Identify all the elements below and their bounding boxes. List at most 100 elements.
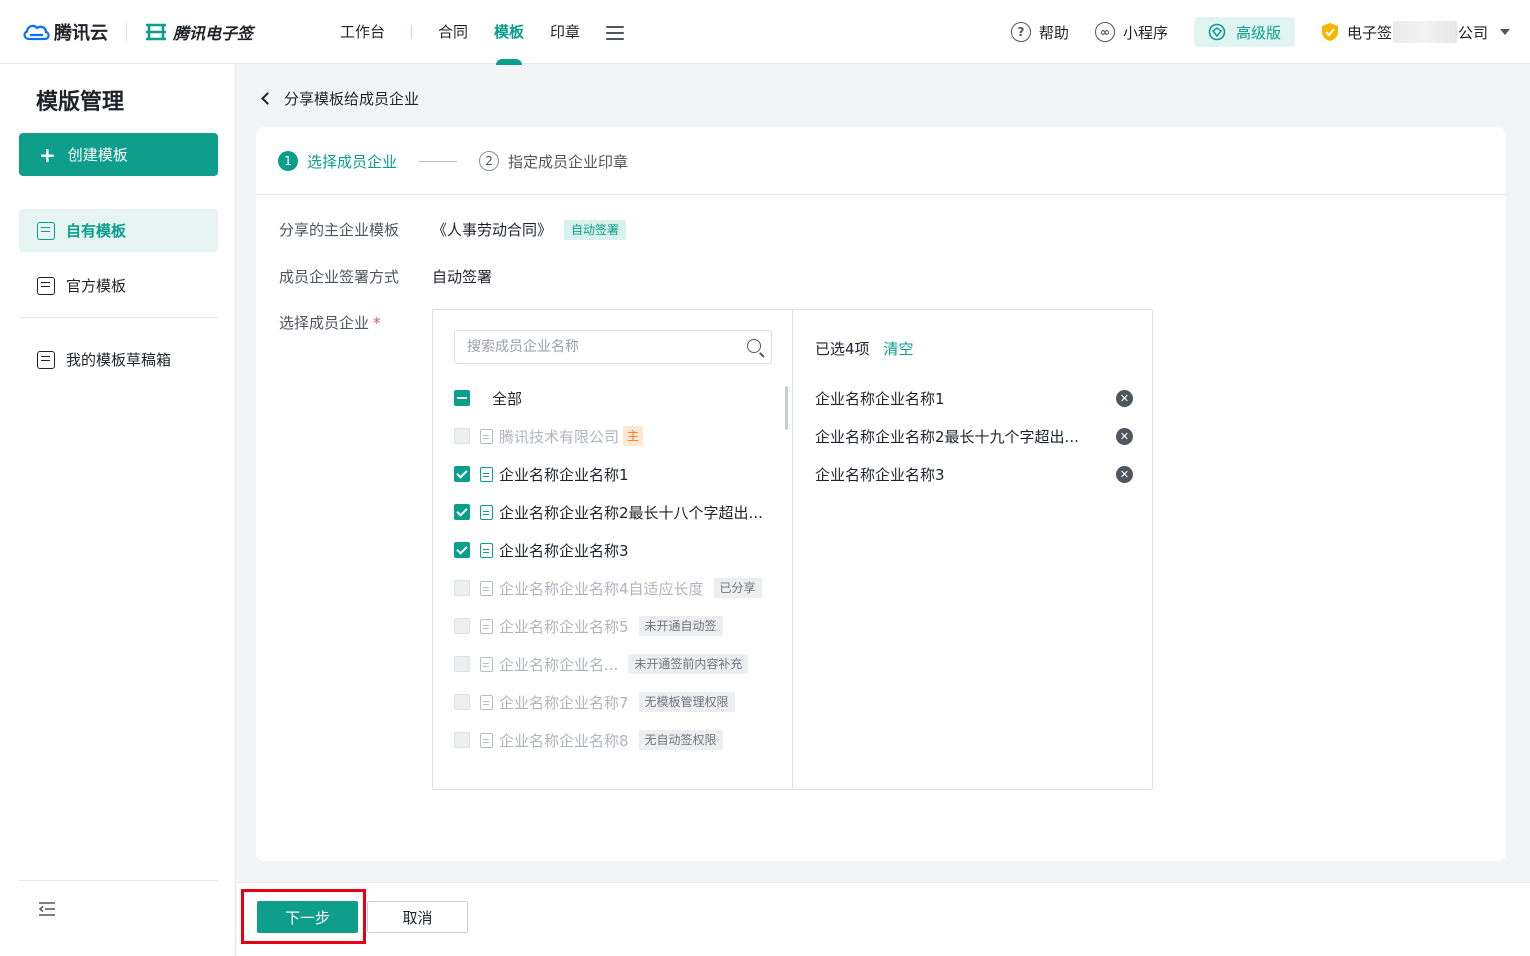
top-navbar: 腾讯云 腾讯电子签 工作台 合同 模板 印章 ? 帮助 ∞ 小程序 高级版 电子… — [0, 0, 1530, 65]
template-list-icon — [37, 221, 55, 240]
company-name-redacted — [1392, 21, 1457, 43]
select-members-label-text: 选择成员企业 — [279, 314, 370, 332]
next-step-button[interactable]: 下一步 — [257, 901, 358, 933]
back-link[interactable]: 分享模板给成员企业 — [259, 88, 419, 109]
sidebar-bottom-divider — [19, 880, 218, 881]
premium-label: 高级版 — [1235, 23, 1281, 42]
step-connector — [419, 160, 458, 162]
checked-checkbox[interactable] — [454, 466, 470, 482]
company-name-prefix: 电子签 — [1346, 23, 1392, 42]
enterprise-doc-icon — [480, 656, 493, 672]
create-template-button[interactable]: + 创建模板 — [19, 133, 218, 176]
template-name: 《人事劳动合同》 — [432, 221, 553, 239]
cloud-brand-name: 腾讯云 — [54, 23, 108, 44]
enterprise-doc-icon — [480, 428, 493, 444]
disabled-checkbox — [454, 694, 470, 710]
sidebar-divider — [19, 317, 218, 318]
enterprise-doc-icon — [480, 466, 493, 482]
nav-template[interactable]: 模板 — [494, 0, 524, 65]
selected-item: 企业名称企业名称2最长十九个字超出... ✕ — [815, 425, 1135, 447]
premium-icon — [1208, 23, 1226, 41]
transfer-target-panel: 已选4项 清空 企业名称企业名称1 ✕ 企业名称企业名称2最长十九个字超出...… — [794, 310, 1152, 789]
sign-method-label: 成员企业签署方式 — [279, 268, 400, 286]
member-option-label: 企业名称企业名称1 — [499, 465, 629, 484]
collapse-sidebar-icon[interactable] — [38, 902, 56, 916]
plus-icon: + — [39, 142, 56, 167]
cancel-button[interactable]: 取消 — [367, 901, 468, 933]
remove-icon[interactable]: ✕ — [1116, 466, 1133, 483]
link-icon: ∞ — [1094, 22, 1115, 42]
disabled-checkbox — [454, 732, 470, 748]
selected-item: 企业名称企业名称1 ✕ — [815, 387, 1135, 409]
sidebar-title: 模版管理 — [36, 90, 125, 115]
disabled-checkbox — [454, 428, 470, 444]
sign-method-value: 自动签署 — [432, 268, 493, 286]
scrollbar[interactable] — [785, 386, 788, 430]
status-badge: 未开通签前内容补充 — [628, 654, 749, 674]
nav-workbench[interactable]: 工作台 — [340, 0, 385, 64]
auto-sign-tag: 自动签署 — [564, 219, 627, 240]
member-option-label: 企业名称企业名称2最长十八个字超出... — [499, 503, 763, 522]
brand[interactable]: 腾讯云 腾讯电子签 — [22, 18, 253, 46]
member-option[interactable]: 企业名称企业名称1 — [454, 463, 629, 485]
main-enterprise-badge: 主 — [623, 426, 644, 446]
stepper-divider — [256, 194, 1506, 195]
member-option[interactable]: 企业名称企业名称3 — [454, 539, 629, 561]
step-2-number: 2 — [479, 151, 500, 171]
selected-item-label: 企业名称企业名称1 — [815, 389, 945, 408]
document-icon — [37, 276, 55, 295]
select-all-label: 全部 — [492, 389, 523, 408]
member-option-label: 企业名称企业名称7 — [499, 693, 629, 712]
company-switcher[interactable]: 电子签 公司 — [1321, 21, 1510, 43]
help-link[interactable]: ? 帮助 — [1010, 22, 1069, 43]
esign-brand-name: 腾讯电子签 — [173, 24, 254, 43]
enterprise-doc-icon — [480, 542, 493, 558]
select-members-label: 选择成员企业 * — [279, 312, 381, 333]
form-card: 1 选择成员企业 2 指定成员企业印章 分享的主企业模板 《人事劳动合同》 自动… — [256, 127, 1506, 861]
premium-badge[interactable]: 高级版 — [1193, 17, 1295, 47]
sidebar-item-drafts[interactable]: 我的模板草稿箱 — [19, 338, 218, 381]
member-option: 企业名称企业名称8 无自动签权限 — [454, 729, 723, 751]
step-1-label: 选择成员企业 — [307, 152, 398, 171]
enterprise-doc-icon — [480, 732, 493, 748]
indeterminate-checkbox[interactable] — [454, 390, 470, 406]
nav-contract[interactable]: 合同 — [438, 0, 468, 64]
search-icon[interactable] — [747, 339, 761, 353]
mini-program-link[interactable]: ∞ 小程序 — [1094, 22, 1168, 43]
member-search[interactable] — [454, 330, 772, 364]
main-nav: 工作台 合同 模板 印章 — [340, 0, 625, 65]
template-field-label: 分享的主企业模板 — [279, 221, 400, 239]
member-search-input[interactable] — [467, 339, 737, 355]
member-option-label: 企业名称企业名称5 — [499, 617, 629, 636]
selected-header: 已选4项 清空 — [815, 338, 914, 359]
transfer-source-panel: 全部 腾讯技术有限公司 主 企业名称企业名称1 企业名称企业名称2最长十八 — [433, 310, 793, 789]
selected-item-label: 企业名称企业名称2最长十九个字超出... — [815, 427, 1079, 446]
sidebar-item-official-templates[interactable]: 官方模板 — [19, 264, 218, 307]
nav-seal[interactable]: 印章 — [550, 0, 580, 64]
selected-item: 企业名称企业名称3 ✕ — [815, 463, 1135, 485]
member-option[interactable]: 企业名称企业名称2最长十八个字超出... — [454, 501, 763, 523]
member-option-label: 企业名称企业名... — [499, 655, 619, 674]
esign-logo-icon — [145, 23, 167, 41]
company-name-suffix: 公司 — [1457, 23, 1488, 42]
checked-checkbox[interactable] — [454, 504, 470, 520]
template-field-value: 《人事劳动合同》 自动签署 — [432, 219, 627, 240]
enterprise-doc-icon — [480, 504, 493, 520]
checked-checkbox[interactable] — [454, 542, 470, 558]
mini-program-label: 小程序 — [1122, 23, 1168, 42]
clear-selection-link[interactable]: 清空 — [884, 338, 914, 359]
chevron-left-icon — [261, 92, 274, 105]
sidebar-item-own-templates[interactable]: 自有模板 — [19, 209, 218, 252]
member-option-label: 企业名称企业名称3 — [499, 541, 629, 560]
remove-icon[interactable]: ✕ — [1116, 428, 1133, 445]
more-menu-icon[interactable] — [606, 26, 625, 40]
page-title: 分享模板给成员企业 — [284, 90, 420, 108]
remove-icon[interactable]: ✕ — [1116, 390, 1133, 407]
enterprise-doc-icon — [480, 618, 493, 634]
select-all-option[interactable]: 全部 — [454, 387, 522, 409]
nav-separator — [411, 25, 413, 39]
member-option: 企业名称企业名称7 无模板管理权限 — [454, 691, 735, 713]
enterprise-doc-icon — [480, 580, 493, 596]
disabled-checkbox — [454, 618, 470, 634]
main-content: 分享模板给成员企业 1 选择成员企业 2 指定成员企业印章 分享的主企业模板 《… — [237, 64, 1530, 956]
